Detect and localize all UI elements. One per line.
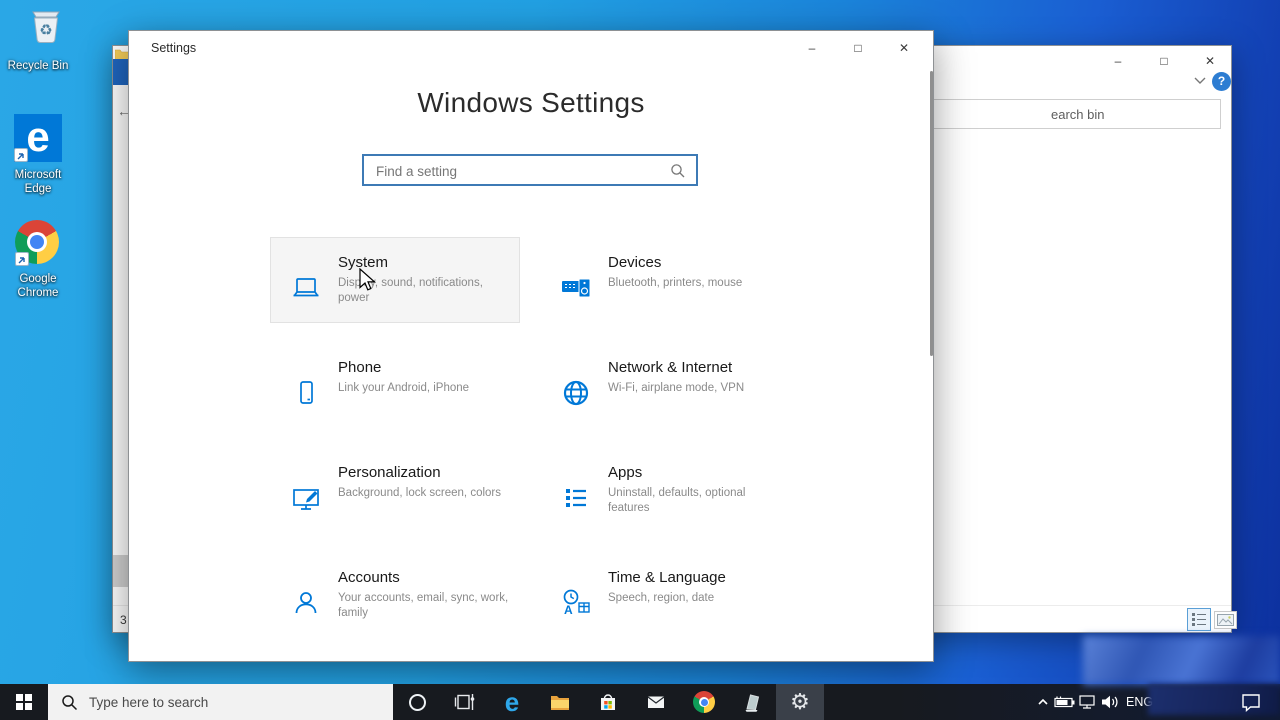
desktop: ♻ Recycle Bin e Microsoft Edge Google Ch… <box>0 0 1280 720</box>
taskbar-file-explorer-button[interactable] <box>536 684 584 720</box>
close-button[interactable]: ✕ <box>1187 46 1233 76</box>
thumbnail-view-icon <box>1217 614 1234 626</box>
taskbar-glass-app-button[interactable] <box>728 684 776 720</box>
scrollbar-thumb[interactable] <box>930 71 933 356</box>
tile-title: Devices <box>608 254 780 271</box>
windows-logo-icon <box>16 694 32 710</box>
cortana-button[interactable] <box>393 684 441 720</box>
devices-icon <box>558 254 594 322</box>
action-center-icon[interactable] <box>1240 691 1262 718</box>
gear-icon: ⚙ <box>790 691 810 713</box>
tile-title: Time & Language <box>608 569 780 586</box>
maximize-button[interactable]: □ <box>1141 46 1187 76</box>
explorer-search-box[interactable]: earch bin <box>893 99 1221 129</box>
explorer-search-text: earch bin <box>1051 107 1104 122</box>
desktop-icon-google-chrome[interactable]: Google Chrome <box>0 220 76 300</box>
time-language-icon: A <box>558 569 594 637</box>
search-icon <box>61 694 78 711</box>
tile-title: Accounts <box>338 569 510 586</box>
desktop-icon-label: Microsoft Edge <box>0 168 76 196</box>
ribbon-collapse-chevron-icon[interactable] <box>1193 76 1207 86</box>
cortana-icon <box>409 694 426 711</box>
desktop-icon-recycle-bin[interactable]: ♻ Recycle Bin <box>0 6 76 73</box>
glass-pane-icon <box>740 690 764 714</box>
shortcut-arrow-icon <box>15 252 29 266</box>
explorer-caption-buttons: – □ ✕ <box>1095 46 1233 76</box>
settings-tile-phone[interactable]: Phone Link your Android, iPhone <box>270 342 520 428</box>
taskbar-chrome-button[interactable] <box>680 684 728 720</box>
settings-tile-time-language[interactable]: A Time & Language Speech, region, date <box>540 552 790 638</box>
tile-desc: Uninstall, defaults, optional features <box>608 486 780 516</box>
settings-tile-network[interactable]: Network & Internet Wi-Fi, airplane mode,… <box>540 342 790 428</box>
mouse-cursor <box>359 268 379 294</box>
close-button[interactable]: ✕ <box>881 33 927 63</box>
settings-tile-devices[interactable]: Devices Bluetooth, printers, mouse <box>540 237 790 323</box>
minimize-button[interactable]: – <box>1095 46 1141 76</box>
minimize-button[interactable]: – <box>789 33 835 63</box>
help-icon[interactable]: ? <box>1212 72 1231 91</box>
task-view-button[interactable] <box>441 684 489 720</box>
chrome-icon <box>15 220 61 266</box>
system-icon <box>288 254 324 322</box>
desktop-icon-label: Recycle Bin <box>0 59 76 73</box>
file-explorer-icon <box>548 690 572 714</box>
globe-icon <box>558 359 594 427</box>
phone-icon <box>288 359 324 427</box>
tile-desc: Background, lock screen, colors <box>338 486 510 501</box>
settings-window: Settings – □ ✕ Windows Settings System D… <box>128 30 934 662</box>
tile-desc: Link your Android, iPhone <box>338 381 510 396</box>
window-title: Settings <box>151 41 196 55</box>
mail-icon <box>644 690 668 714</box>
edge-icon: e <box>505 689 519 715</box>
tile-title: Personalization <box>338 464 510 481</box>
chrome-icon <box>693 691 715 713</box>
recycle-bin-icon: ♻ <box>24 6 68 54</box>
settings-tile-personalization[interactable]: Personalization Background, lock screen,… <box>270 447 520 533</box>
nav-pane-fragment <box>113 555 129 587</box>
desktop-icon-microsoft-edge[interactable]: e Microsoft Edge <box>0 114 76 196</box>
tray-chevron-up-icon[interactable] <box>1036 684 1050 720</box>
svg-text:A: A <box>564 603 573 617</box>
settings-tile-system[interactable]: System Display, sound, notifications, po… <box>270 237 520 323</box>
tile-title: Phone <box>338 359 510 376</box>
find-setting-searchbox[interactable] <box>362 154 698 186</box>
tray-network-icon[interactable] <box>1078 684 1098 720</box>
svg-text:♻: ♻ <box>39 22 52 39</box>
maximize-button[interactable]: □ <box>835 33 881 63</box>
task-view-icon <box>454 691 476 713</box>
details-view-icon <box>1191 612 1207 627</box>
store-icon <box>596 690 620 714</box>
personalization-icon <box>288 464 324 532</box>
settings-tile-accounts[interactable]: Accounts Your accounts, email, sync, wor… <box>270 552 520 638</box>
thumbnail-view-button[interactable] <box>1214 611 1237 629</box>
tray-volume-icon[interactable] <box>1100 684 1120 720</box>
tray-battery-icon[interactable] <box>1054 684 1076 720</box>
taskbar-settings-button[interactable]: ⚙ <box>776 684 824 720</box>
tile-desc: Bluetooth, printers, mouse <box>608 276 780 291</box>
apps-icon <box>558 464 594 532</box>
taskbar-search-box[interactable] <box>48 684 393 720</box>
taskbar-edge-button[interactable]: e <box>488 684 536 720</box>
details-view-button[interactable] <box>1187 608 1211 631</box>
taskbar: e <box>0 684 1280 720</box>
settings-tile-apps[interactable]: Apps Uninstall, defaults, optional featu… <box>540 447 790 533</box>
blurred-watermark <box>1083 636 1280 685</box>
tile-desc: Speech, region, date <box>608 591 780 606</box>
shortcut-arrow-icon <box>14 148 28 162</box>
tile-title: Apps <box>608 464 780 481</box>
taskbar-search-input[interactable] <box>87 694 361 711</box>
page-title: Windows Settings <box>129 87 933 119</box>
taskbar-store-button[interactable] <box>584 684 632 720</box>
accounts-icon <box>288 569 324 637</box>
edge-icon: e <box>14 114 62 162</box>
find-setting-input[interactable] <box>374 157 673 185</box>
tile-title: Network & Internet <box>608 359 780 376</box>
desktop-icon-label: Google Chrome <box>0 272 76 300</box>
tile-desc: Your accounts, email, sync, work, family <box>338 591 510 621</box>
tile-desc: Wi-Fi, airplane mode, VPN <box>608 381 780 396</box>
taskbar-mail-button[interactable] <box>632 684 680 720</box>
settings-caption-buttons: – □ ✕ <box>789 33 927 63</box>
start-button[interactable] <box>0 684 48 720</box>
search-icon <box>670 163 686 179</box>
